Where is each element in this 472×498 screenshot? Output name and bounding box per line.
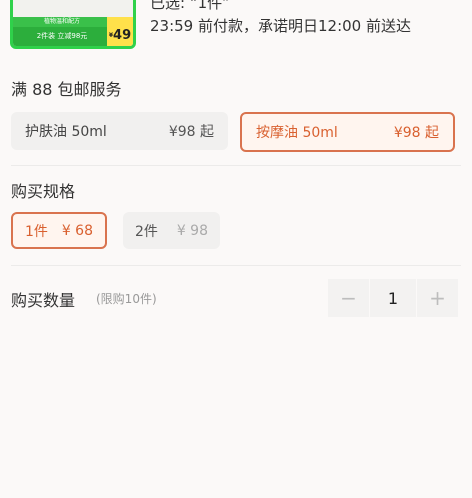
- option-price: ¥ 68: [61, 222, 93, 239]
- spec-option-1[interactable]: 1件 ¥ 68: [11, 212, 107, 249]
- option-price: ¥98 起: [393, 125, 439, 141]
- shipping-section-title: 满 88 包邮服务: [11, 80, 122, 99]
- thumbnail-band: 植物温和配方: [13, 17, 111, 27]
- product-thumbnail[interactable]: 植物温和配方 2件装 立减98元 ¥ 49: [10, 0, 136, 49]
- option-name: 按摩油 50ml: [256, 125, 338, 141]
- thumbnail-price-value: 49: [113, 28, 132, 43]
- spec-section-title: 购买规格: [11, 182, 76, 201]
- shipping-option-skin-oil[interactable]: 护肤油 50ml ¥98 起: [11, 112, 228, 150]
- option-name: 护肤油 50ml: [25, 124, 107, 140]
- selected-summary: 已选: “1件”: [150, 0, 230, 12]
- option-name: 2件: [135, 223, 158, 240]
- spec-option-2[interactable]: 2件 ¥ 98: [123, 212, 220, 249]
- divider: [11, 265, 461, 266]
- thumbnail-price-tag: ¥ 49: [107, 17, 133, 46]
- quantity-value[interactable]: 1: [370, 279, 416, 317]
- option-price: ¥ 98: [176, 222, 208, 239]
- option-name: 1件: [25, 223, 48, 240]
- thumbnail-deal: 2件装 立减98元: [13, 27, 111, 46]
- delivery-promise: 23:59 前付款，承诺明日12:00 前送达: [150, 17, 411, 35]
- quantity-title: 购买数量: [11, 291, 76, 310]
- shipping-option-massage-oil[interactable]: 按摩油 50ml ¥98 起: [240, 112, 455, 152]
- increment-button[interactable]: +: [417, 279, 458, 317]
- quantity-limit: (限购10件): [96, 292, 157, 306]
- option-price: ¥98 起: [168, 124, 214, 140]
- quantity-stepper: − 1 +: [328, 279, 458, 317]
- divider: [11, 165, 461, 166]
- decrement-button[interactable]: −: [328, 279, 369, 317]
